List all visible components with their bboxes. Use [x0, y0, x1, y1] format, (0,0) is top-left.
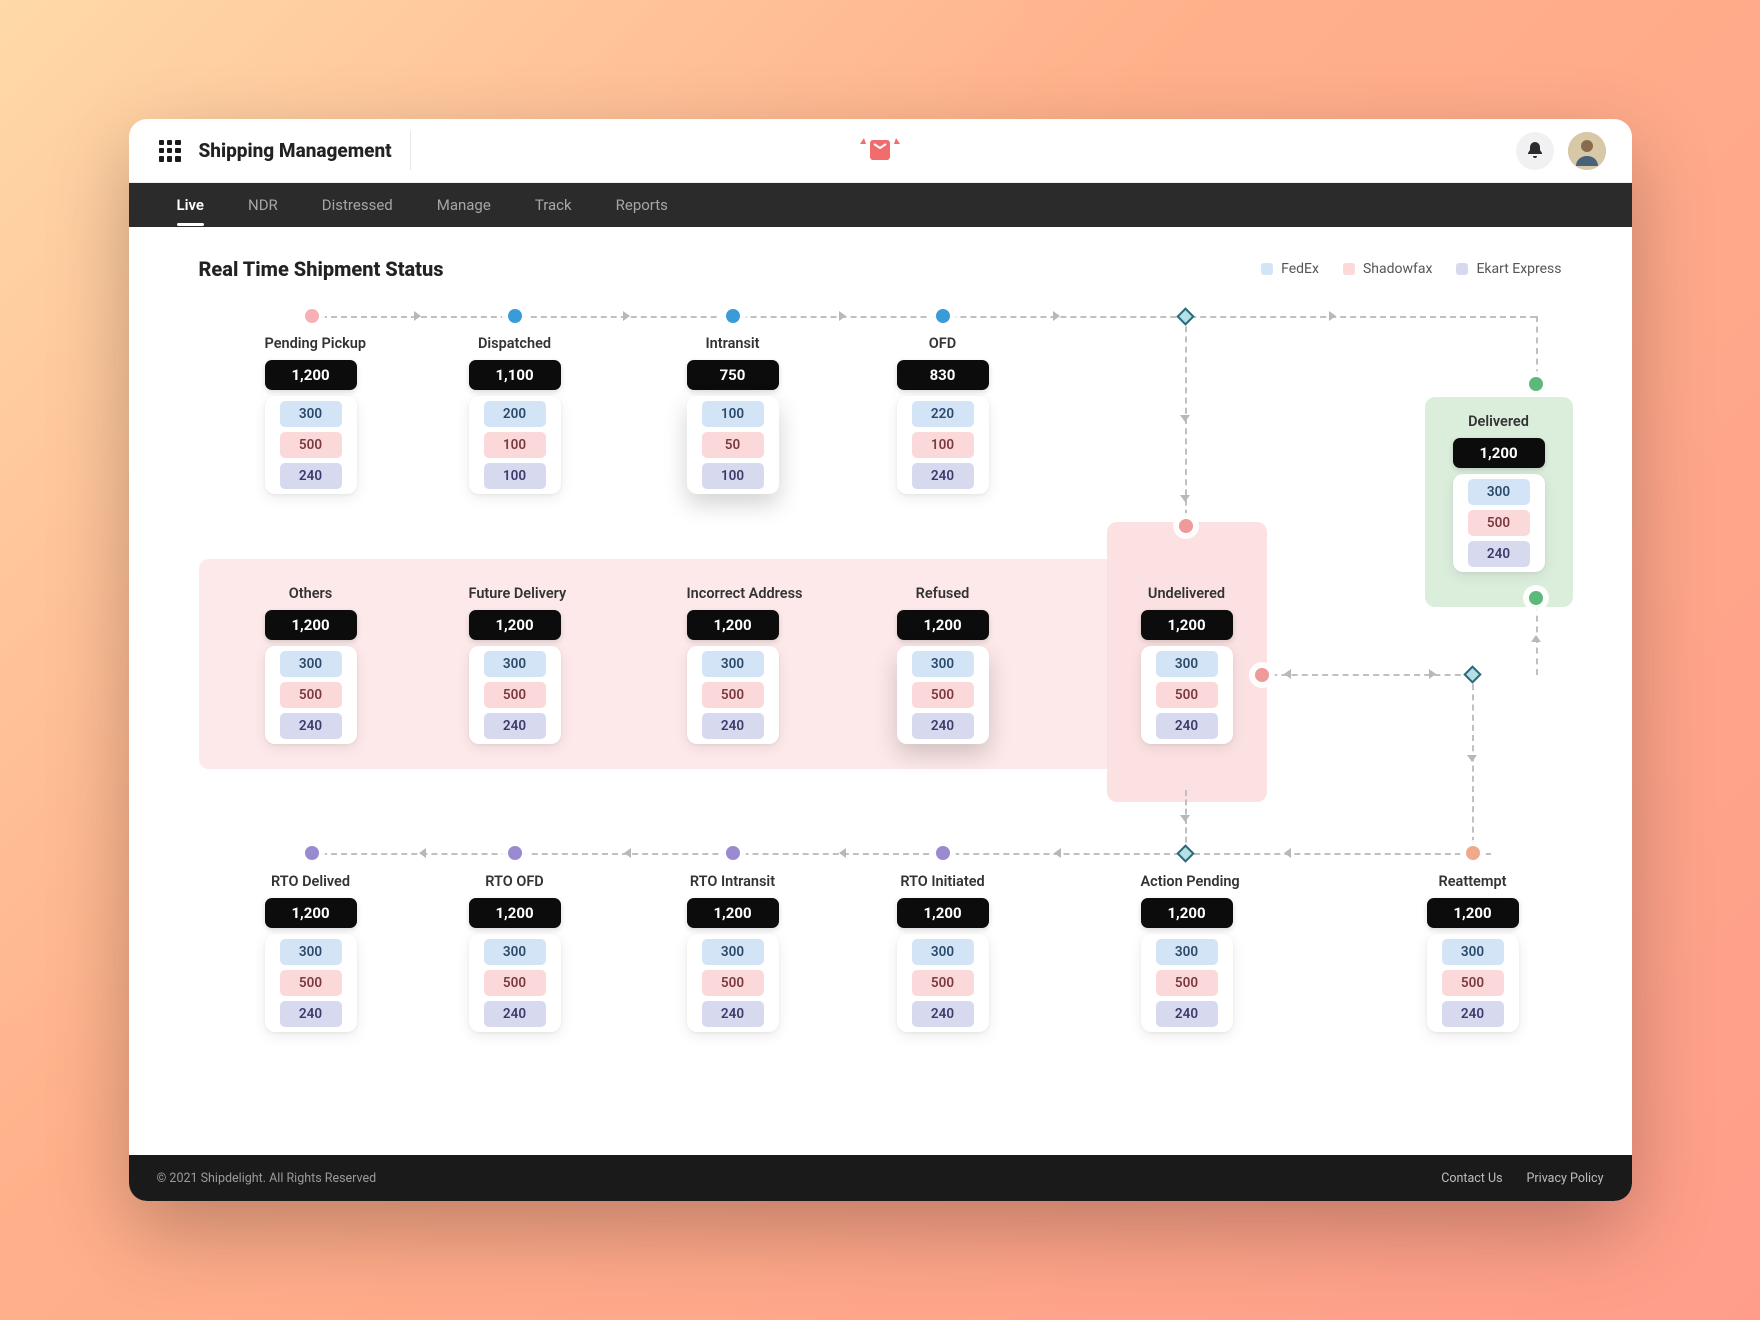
legend-swatch-shadowfax — [1343, 263, 1355, 275]
legend-swatch-ekart — [1456, 263, 1468, 275]
decision-action-pending — [1176, 844, 1194, 862]
stage-reattempt[interactable]: Reattempt 1,200 300500240 — [1427, 873, 1519, 1032]
app-window: Shipping Management Live NDR Distressed … — [129, 119, 1632, 1201]
app-title: Shipping Management — [199, 139, 392, 162]
ekart-count: 240 — [280, 463, 342, 489]
stage-rto-intransit[interactable]: RTO Intransit 1,200 300500240 — [687, 873, 779, 1032]
stage-action-pending[interactable]: Action Pending 1,200 300500240 — [1141, 873, 1233, 1032]
node-junction-pink — [1255, 668, 1269, 682]
nav-item-ndr[interactable]: NDR — [248, 196, 278, 214]
stage-pending-pickup[interactable]: Pending Pickup 1,200 300 500 240 — [265, 335, 357, 494]
logo-icon — [858, 134, 902, 168]
stage-breakdown: 300 500 240 — [265, 396, 357, 494]
stage-future-delivery[interactable]: Future Delivery 1,200 300500240 — [469, 585, 561, 744]
nav-item-track[interactable]: Track — [535, 196, 572, 214]
stage-ofd[interactable]: OFD 830 220100240 — [897, 335, 989, 494]
apps-grid-icon[interactable] — [159, 140, 181, 162]
stage-rto-delivered[interactable]: RTO Delived 1,200 300500240 — [265, 873, 357, 1032]
footer: © 2021 Shipdelight. All Rights Reserved … — [129, 1155, 1632, 1201]
node-delivered-out — [1529, 591, 1543, 605]
shadowfax-count: 500 — [280, 432, 342, 458]
copyright: © 2021 Shipdelight. All Rights Reserved — [157, 1171, 377, 1186]
node-rto-intransit — [726, 846, 740, 860]
footer-link-contact[interactable]: Contact Us — [1441, 1171, 1502, 1186]
nav-item-distressed[interactable]: Distressed — [322, 196, 393, 214]
node-intransit — [726, 309, 740, 323]
stage-total: 1,200 — [265, 360, 357, 390]
flow-canvas: Pending Pickup 1,200 300 500 240 Dispatc… — [199, 295, 1562, 1085]
node-ofd — [936, 309, 950, 323]
notifications-button[interactable] — [1516, 132, 1554, 170]
stage-dispatched[interactable]: Dispatched 1,100 200100100 — [469, 335, 561, 494]
topbar: Shipping Management — [129, 119, 1632, 183]
stage-intransit[interactable]: Intransit 750 10050100 — [687, 335, 779, 494]
node-reattempt — [1466, 846, 1480, 860]
footer-link-privacy[interactable]: Privacy Policy — [1527, 1171, 1604, 1186]
node-rto-ofd — [508, 846, 522, 860]
nav-item-live[interactable]: Live — [177, 196, 205, 214]
decision-delivery — [1176, 307, 1194, 325]
bell-icon — [1527, 142, 1543, 160]
stage-rto-ofd[interactable]: RTO OFD 1,200 300500240 — [469, 873, 561, 1032]
legend-ekart: Ekart Express — [1456, 261, 1561, 277]
user-avatar[interactable] — [1568, 132, 1606, 170]
node-pending-pickup — [305, 309, 319, 323]
node-rto-delivered — [305, 846, 319, 860]
page-title: Real Time Shipment Status — [199, 257, 444, 281]
legend-shadowfax: Shadowfax — [1343, 261, 1432, 277]
legend-fedex: FedEx — [1261, 261, 1319, 277]
stage-others[interactable]: Others 1,200 300500240 — [265, 585, 357, 744]
stage-undelivered[interactable]: Undelivered 1,200 300500240 — [1141, 585, 1233, 744]
fedex-count: 300 — [280, 401, 342, 427]
node-dispatched — [508, 309, 522, 323]
stage-rto-initiated[interactable]: RTO Initiated 1,200 300500240 — [897, 873, 989, 1032]
nav-item-reports[interactable]: Reports — [616, 196, 668, 214]
nav-item-manage[interactable]: Manage — [437, 196, 491, 214]
node-undelivered — [1179, 519, 1193, 533]
node-rto-initiated — [936, 846, 950, 860]
legend-swatch-fedex — [1261, 263, 1273, 275]
stage-incorrect-address[interactable]: Incorrect Address 1,200 300500240 — [687, 585, 779, 744]
stage-label: Pending Pickup — [265, 335, 357, 352]
stage-refused[interactable]: Refused 1,200 300500240 — [897, 585, 989, 744]
decision-reattempt — [1463, 665, 1481, 683]
title-group: Shipping Management — [155, 131, 411, 170]
node-delivered-in — [1529, 377, 1543, 391]
stage-delivered[interactable]: Delivered 1,200 300500240 — [1453, 413, 1545, 572]
nav-bar: Live NDR Distressed Manage Track Reports — [129, 183, 1632, 227]
legend: FedEx Shadowfax Ekart Express — [1261, 261, 1561, 277]
content-area: Real Time Shipment Status FedEx Shadowfa… — [129, 227, 1632, 1155]
